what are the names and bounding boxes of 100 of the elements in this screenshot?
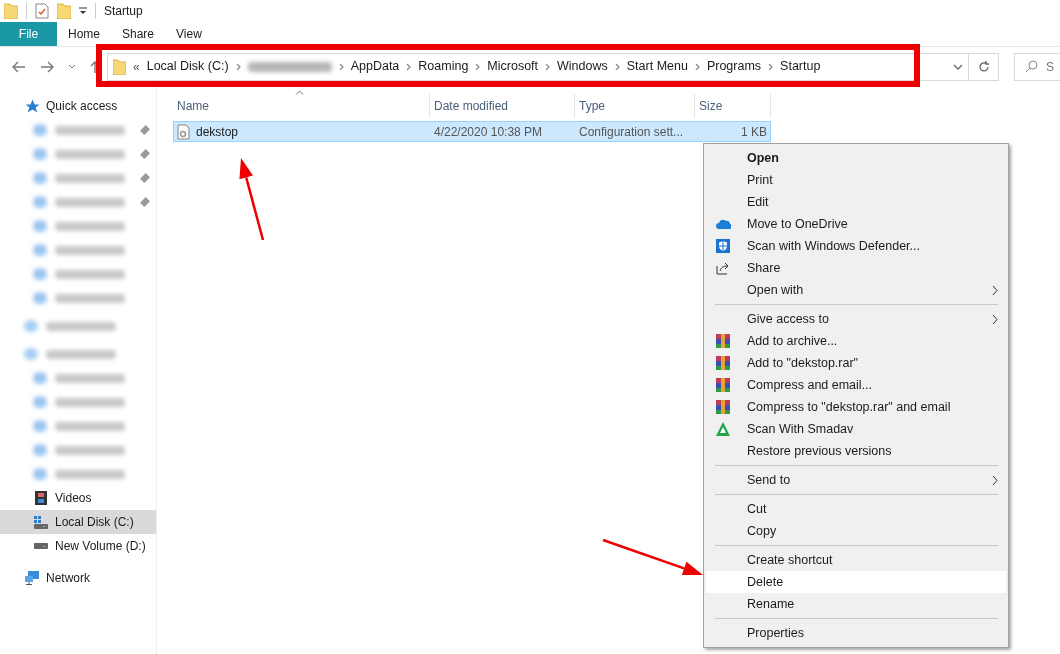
address-bar[interactable]: « Local Disk (C:) AppData Roaming Microsoft Windows Start Menu Programs Startup <box>107 52 969 81</box>
breadcrumb-segment[interactable]: Roaming <box>418 57 469 76</box>
overflow-chevron[interactable]: « <box>133 57 140 76</box>
menu-item[interactable]: Move to OneDrive <box>706 213 1006 235</box>
menu-item[interactable]: Share <box>706 257 1006 279</box>
column-header[interactable]: Type <box>579 97 605 115</box>
chevron-icon[interactable] <box>545 62 551 71</box>
sidebar-item[interactable]: New Volume (D:) <box>0 534 156 558</box>
blurred-item[interactable] <box>24 348 116 360</box>
sidebar-item[interactable]: Quick access <box>0 94 156 118</box>
blurred-item[interactable] <box>33 268 125 280</box>
breadcrumb-segment[interactable]: Startup <box>780 57 821 76</box>
archive-icon <box>716 378 730 392</box>
menu-item[interactable]: Compress and email... <box>706 374 1006 396</box>
breadcrumb-segment[interactable]: Microsoft <box>487 57 539 76</box>
forward-arrow-icon[interactable] <box>40 60 54 73</box>
folder-icon[interactable] <box>4 3 18 19</box>
menu-item[interactable]: Add to archive... <box>706 330 1006 352</box>
settings-file-icon <box>177 123 190 140</box>
ribbon-tab[interactable]: View <box>165 22 213 46</box>
menu-item[interactable]: Compress to "dekstop.rar" and email <box>706 396 1006 418</box>
blurred-item[interactable] <box>33 292 125 304</box>
chevron-icon[interactable] <box>406 62 412 71</box>
blurred-item[interactable] <box>33 148 125 160</box>
column-header[interactable]: Size <box>699 97 723 115</box>
menu-item[interactable]: Print <box>706 169 1006 191</box>
drive-icon <box>34 515 48 529</box>
network-icon <box>25 571 39 585</box>
search-field[interactable]: S <box>1014 52 1060 81</box>
file-row[interactable]: dekstop 4/22/2020 10:38 PM Configuration sett... 1 KB <box>173 121 771 142</box>
blurred-segment[interactable] <box>247 61 332 72</box>
blurred-item[interactable] <box>33 172 125 184</box>
menu-item[interactable]: Open <box>706 147 1006 169</box>
date-cell-text: 4/22/2020 10:38 PM <box>434 123 544 141</box>
pin-icon[interactable] <box>140 173 150 183</box>
share-icon <box>716 261 730 275</box>
blurred-item[interactable] <box>33 468 125 480</box>
archive-icon <box>716 356 730 370</box>
window-title: Startup <box>104 3 143 20</box>
breadcrumb-segment[interactable]: AppData <box>350 57 400 76</box>
chevron-icon[interactable] <box>338 62 344 71</box>
chevron-icon[interactable] <box>475 62 481 71</box>
pin-icon[interactable] <box>140 125 150 135</box>
file-name: dekstop <box>196 123 239 141</box>
breadcrumb-segment[interactable]: Windows <box>557 57 608 76</box>
dropdown-icon[interactable] <box>79 6 87 16</box>
blurred-item[interactable] <box>33 244 125 256</box>
blurred-item[interactable] <box>33 196 125 208</box>
menu-item[interactable]: Cut <box>706 498 1006 520</box>
history-caret-icon[interactable] <box>68 63 76 70</box>
menu-item[interactable]: Open with <box>706 279 1006 301</box>
chevron-icon[interactable] <box>614 62 620 71</box>
breadcrumb-segment[interactable]: Programs <box>706 57 762 76</box>
column-header[interactable]: Date modified <box>434 97 509 115</box>
film-icon <box>35 491 47 505</box>
dropdown-caret-icon[interactable] <box>953 63 963 70</box>
type-cell-text: Configuration sett... <box>579 123 685 141</box>
blurred-item[interactable] <box>24 320 116 332</box>
chevron-icon[interactable] <box>694 62 700 71</box>
properties-icon[interactable] <box>35 3 49 19</box>
sidebar-item[interactable]: Local Disk (C:) <box>0 510 156 534</box>
search-icon <box>1025 60 1038 73</box>
menu-item[interactable]: Delete <box>706 571 1006 593</box>
back-arrow-icon[interactable] <box>12 60 26 73</box>
menu-item[interactable]: Edit <box>706 191 1006 213</box>
drive-icon <box>34 543 48 549</box>
breadcrumb-segment[interactable]: Start Menu <box>626 57 688 76</box>
refresh-button[interactable] <box>969 52 999 81</box>
column-header[interactable]: Name <box>177 97 209 115</box>
chevron-icon[interactable] <box>768 62 774 71</box>
pin-icon[interactable] <box>140 149 150 159</box>
menu-item[interactable]: Scan With Smadav <box>706 418 1006 440</box>
sort-caret-icon[interactable] <box>295 90 304 95</box>
menu-item[interactable]: Copy <box>706 520 1006 542</box>
folder-icon <box>113 58 126 75</box>
blurred-item[interactable] <box>33 124 125 136</box>
menu-item[interactable]: Give access to <box>706 308 1006 330</box>
blurred-item[interactable] <box>33 396 125 408</box>
breadcrumb-segment[interactable]: Local Disk (C:) <box>146 57 229 76</box>
menu-item[interactable]: Scan with Windows Defender... <box>706 235 1006 257</box>
menu-item[interactable]: Properties <box>706 622 1006 644</box>
blurred-item[interactable] <box>33 220 125 232</box>
blurred-item[interactable] <box>33 372 125 384</box>
refresh-icon <box>977 60 990 73</box>
blurred-item[interactable] <box>33 444 125 456</box>
sidebar-item[interactable]: Network <box>0 566 156 590</box>
pin-icon[interactable] <box>140 197 150 207</box>
menu-item[interactable]: Create shortcut <box>706 549 1006 571</box>
new-folder-icon[interactable] <box>57 3 71 19</box>
size-cell-text: 1 KB <box>740 123 768 141</box>
triangle-icon <box>716 422 730 436</box>
ribbon-tab[interactable]: Share <box>111 22 166 46</box>
blurred-item[interactable] <box>33 420 125 432</box>
menu-item[interactable]: Restore previous versions <box>706 440 1006 462</box>
chevron-icon[interactable] <box>235 62 241 71</box>
sidebar-item[interactable]: Videos <box>0 486 156 510</box>
menu-item[interactable]: Add to "dekstop.rar" <box>706 352 1006 374</box>
menu-item[interactable]: Send to <box>706 469 1006 491</box>
ribbon-tab[interactable]: Home <box>57 22 111 46</box>
menu-item[interactable]: Rename <box>706 593 1006 615</box>
